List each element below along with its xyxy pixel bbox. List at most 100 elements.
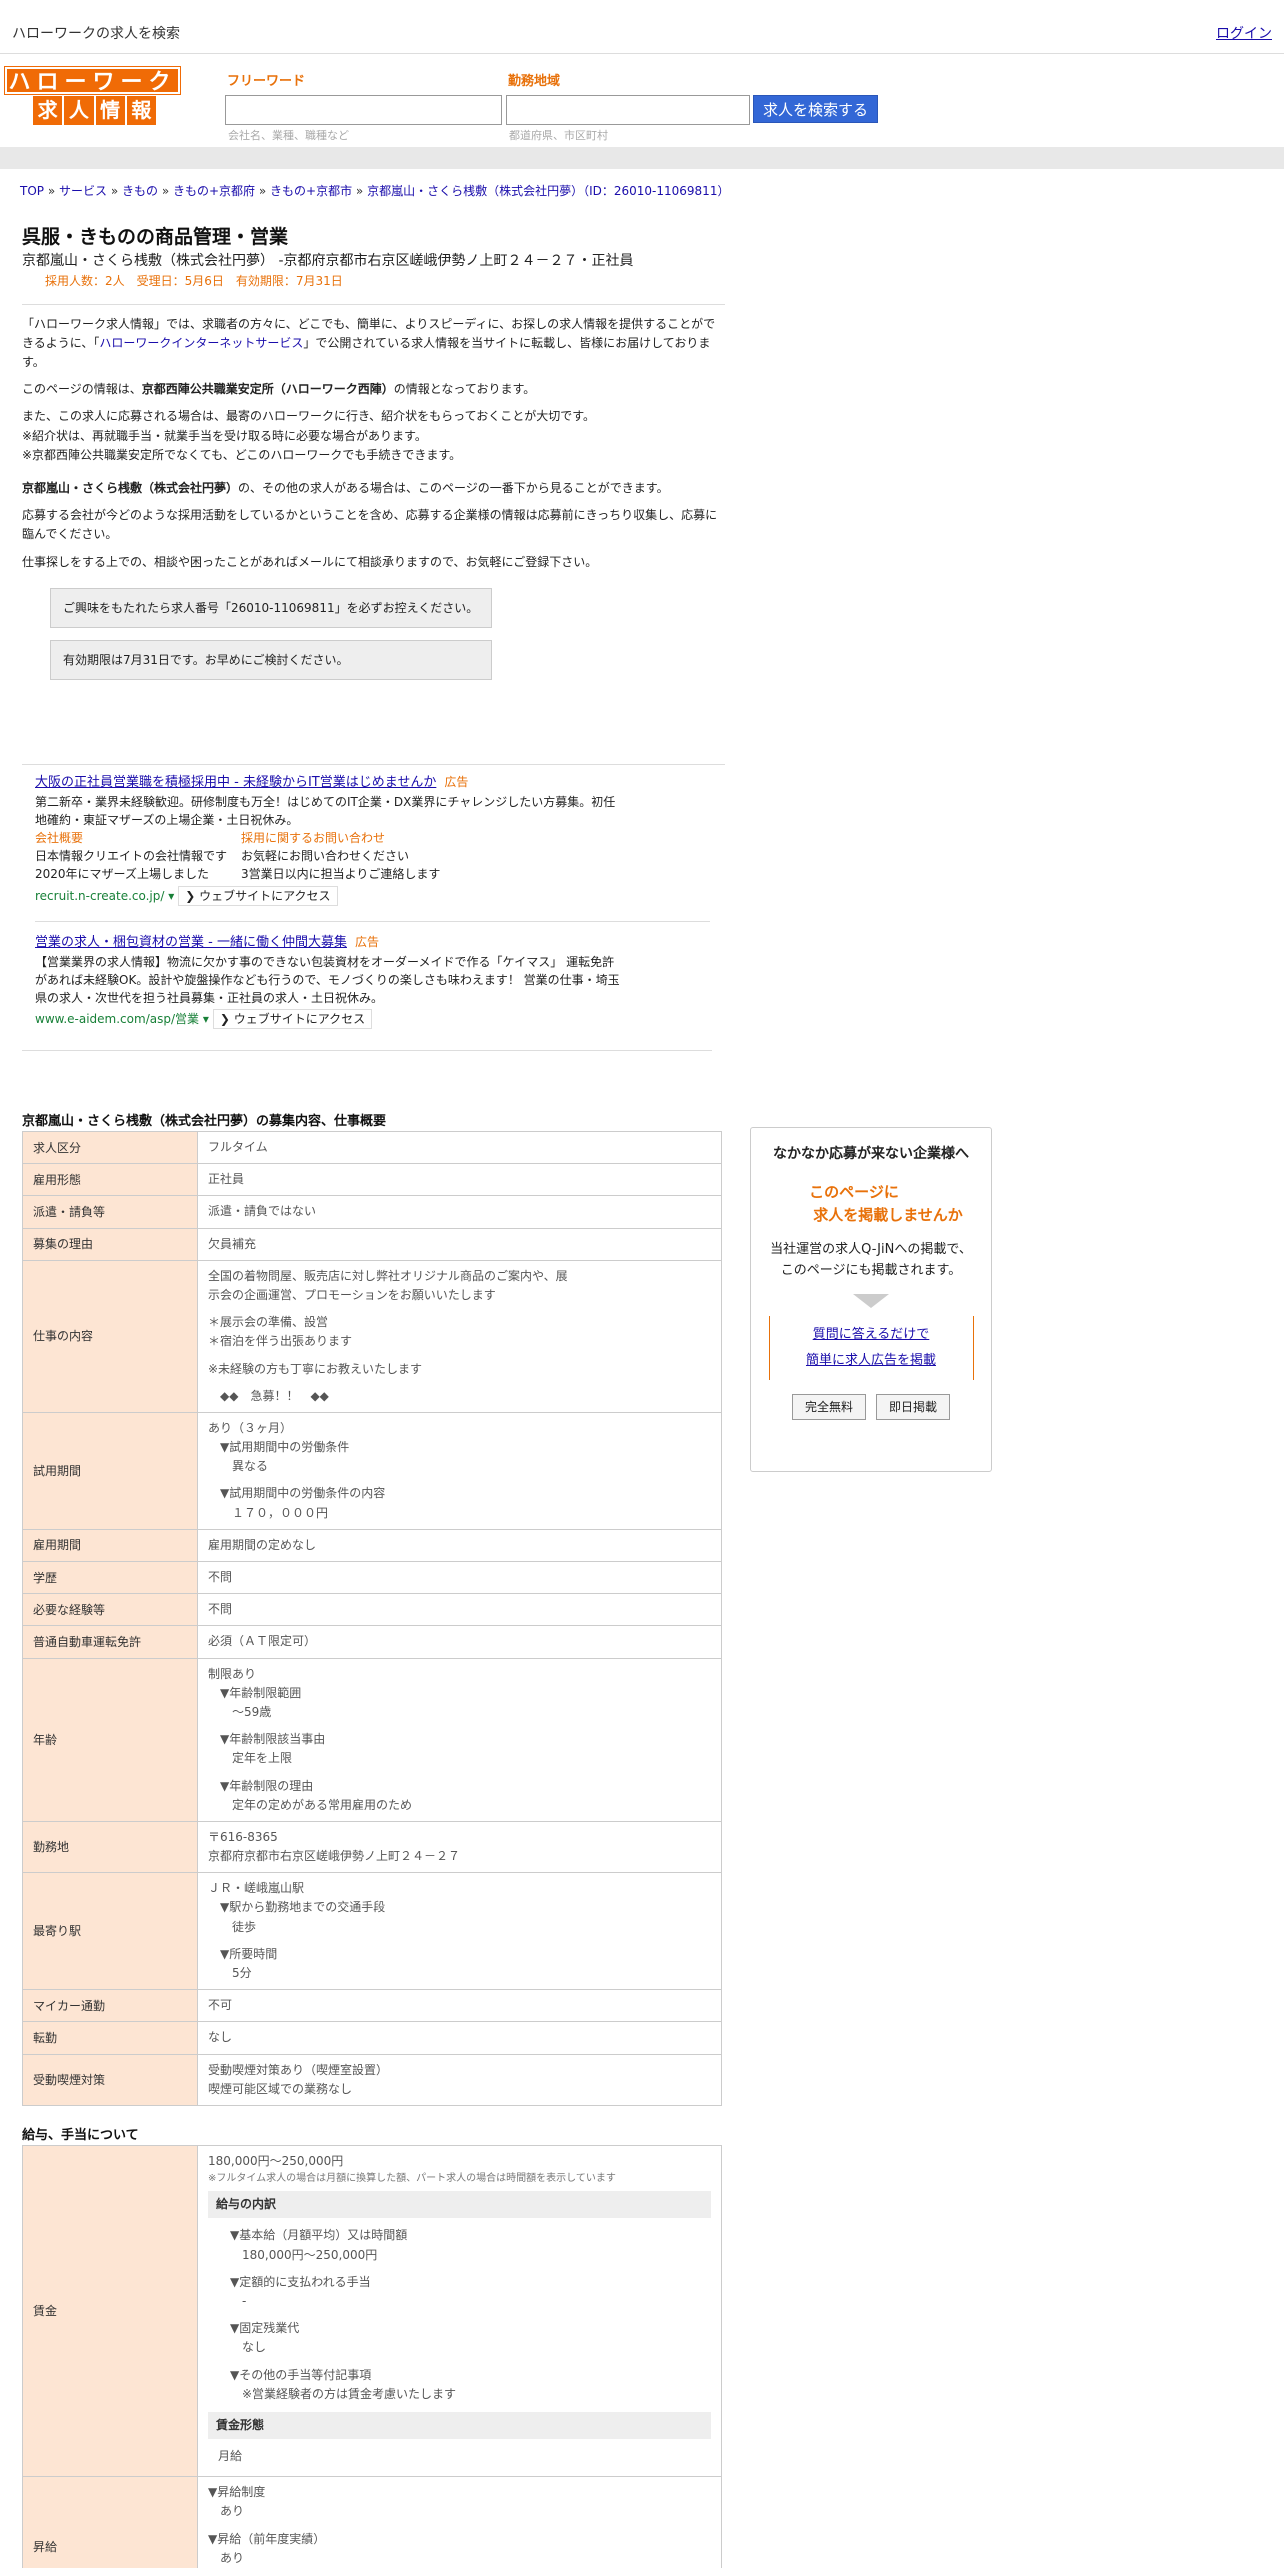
source-text: このページの情報は、 (22, 382, 142, 397)
row-header: 最寄り駅 (22, 1872, 198, 1991)
company-name: 京都嵐山・さくら桟敷（株式会社円夢） (22, 481, 239, 495)
value-line (208, 1769, 711, 1777)
free-button[interactable]: 完全無料 (791, 1393, 866, 1420)
ad-visit-button[interactable]: ❯ ウェブサイトにアクセス (178, 885, 338, 906)
value-line: 〜59歳 (208, 1704, 272, 1719)
table-row: 昇給 ▼昇給制度 あり ▼昇給（前年度実績） あり (22, 2476, 722, 2568)
ad-sitelink-contact[interactable]: 採用に関するお問い合わせ (241, 829, 440, 847)
value-line: ▼駅から勤務地までの交通手段 (208, 1900, 386, 1915)
ad-sitelink-text: 日本情報クリエイトの会社情報です (35, 848, 228, 863)
value-line: 雇用期間の定めなし (208, 1537, 317, 1552)
ad-url[interactable]: recruit.n-create.co.jp/ (35, 889, 164, 903)
sidebar-link-post[interactable]: 簡単に求人広告を掲載 (806, 1353, 936, 1368)
value-line (208, 1352, 711, 1360)
row-value: あり（３ヶ月） ▼試用期間中の労働条件 異なる ▼試用期間中の労働条件の内容 １… (197, 1411, 722, 1530)
row-value: 正社員 (197, 1163, 722, 1197)
value-line: 定年を上限 (208, 1751, 293, 1766)
value-line: なし (218, 2340, 267, 2355)
value-line: 必須（ＡＴ限定可） (208, 1634, 317, 1649)
breadcrumb-top[interactable]: TOP (20, 184, 44, 198)
search-button[interactable]: 求人を検索する (753, 95, 878, 123)
value-line (218, 2311, 701, 2319)
freeword-input[interactable] (225, 95, 502, 125)
sidebar-buttons: 完全無料 即日掲載 (751, 1393, 991, 1420)
breadcrumb-kimono[interactable]: きもの (122, 184, 158, 198)
value-line: 180,000円〜250,000円 (218, 2247, 378, 2262)
site-logo[interactable]: ハローワーク 求 人 情 報 (4, 66, 181, 125)
table-row: 年齢 制限あり ▼年齢制限範囲 〜59歳 ▼年齢制限該当事由 定年を上限 ▼年齢制… (22, 1657, 722, 1822)
row-value: フルタイム (197, 1130, 722, 1165)
value-line: 制限あり (208, 1666, 257, 1681)
ad-visit-button[interactable]: ❯ ウェブサイトにアクセス (212, 1008, 373, 1029)
ad-url[interactable]: www.e-aidem.com/asp/営業 (35, 1012, 199, 1026)
value-line: ▼定額的に支払われる手当 (218, 2274, 371, 2289)
ad-title-link[interactable]: 大阪の正社員営業職を積極採用中 - 未経験からIT営業はじめませんか (35, 775, 436, 790)
chevron-down-icon[interactable]: ▾ (164, 889, 174, 903)
same-day-button[interactable]: 即日掲載 (876, 1393, 951, 1420)
value-line: あり（３ヶ月） (208, 1420, 293, 1435)
source-paragraph: このページの情報は、京都西陣公共職業安定所（ハローワーク西陣）の情報となっており… (22, 380, 722, 399)
value-line: 喫煙可能区域での業務なし (208, 2081, 353, 2096)
ad-sitelink-text: 2020年にマザーズ上場しました (35, 866, 209, 881)
row-header: 普通自動車運転免許 (22, 1625, 198, 1659)
ad-sitelink-text: お気軽にお問い合わせください (241, 848, 410, 863)
value-line: あり (208, 2550, 245, 2565)
wage-breakdown: ▼基本給（月額平均）又は時間額 180,000円〜250,000円 ▼定額的に支… (208, 2222, 711, 2408)
value-line: ◆◆ 急募！！ ◆◆ (208, 1388, 329, 1403)
ads-divider (35, 921, 710, 922)
job-number-note: ご興味をもたれたら求人番号「26010-11069811」を必ずお控えください。 (50, 587, 492, 628)
value-line: ▼試用期間中の労働条件の内容 (208, 1486, 386, 1501)
ad-sitelinks: 会社概要 日本情報クリエイトの会社情報です 2020年にマザーズ上場しました 採… (35, 829, 620, 883)
breadcrumb-kimono-kyoto-city[interactable]: きもの+京都市 (270, 184, 352, 198)
table-row: 求人区分 フルタイム (22, 1130, 722, 1165)
sidebar-description: 当社運営の求人Q-JiNへの掲載で、 このページにも掲載されます。 (751, 1240, 991, 1282)
row-value: 不可 (197, 1989, 722, 2023)
breadcrumb-current[interactable]: 京都嵐山・さくら桟敷（株式会社円夢）（ID：26010-11069811） (367, 184, 729, 198)
ads-divider (22, 764, 725, 765)
logo-char: 求 (33, 96, 63, 125)
breadcrumb-service[interactable]: サービス (59, 184, 107, 198)
value-line: 不可 (208, 1998, 233, 2013)
chevron-down-icon[interactable]: ▾ (199, 1012, 209, 1026)
intro-paragraph: 「ハローワーク求人情報」では、求職者の方々に、どこでも、簡単に、よりスピーディに… (22, 315, 722, 373)
table-row: 募集の理由 欠員補充 (22, 1227, 722, 1261)
value-line: ▼基本給（月額平均）又は時間額 (218, 2228, 408, 2243)
ads-divider (22, 1050, 712, 1051)
consult-paragraph: 仕事探しをする上での、相談や困ったことがあればメールにて相談承りますので、お気軽… (22, 554, 598, 569)
sidebar-catchphrase: このページに 求人を掲載しませんか (751, 1181, 991, 1226)
login-link[interactable]: ログイン (1216, 24, 1272, 45)
value-line: ▼年齢制限範囲 (208, 1685, 302, 1700)
ad-block-1: 大阪の正社員営業職を積極採用中 - 未経験からIT営業はじめませんか 広告 第二新… (35, 773, 620, 906)
sidebar-links: 質問に答えるだけで 簡単に求人広告を掲載 (768, 1315, 974, 1380)
research-paragraph: 応募する会社が今どのような採用活動をしているかということを含め、応募する企業様の… (22, 508, 718, 542)
row-value: ＪＲ・嵯峨嵐山駅 ▼駅から勤務地までの交通手段 徒歩 ▼所要時間 5分 (197, 1872, 722, 1991)
ad-sitelink-company[interactable]: 会社概要 (35, 829, 227, 847)
logo-text-bottom: 求 人 情 報 (33, 96, 156, 125)
hellowork-internet-link[interactable]: ハローワークインターネットサービス (99, 336, 303, 350)
row-header: 試用期間 (22, 1411, 198, 1530)
row-header: 求人区分 (22, 1130, 198, 1165)
value-line: 不問 (208, 1570, 233, 1584)
value-line: あり (208, 2504, 245, 2519)
sidebar-catch-1: このページに (809, 1183, 899, 1201)
sidebar-link-answer[interactable]: 質問に答えるだけで (813, 1327, 930, 1342)
area-input[interactable] (506, 95, 750, 125)
table-row: 賃金 180,000円〜250,000円 ※フルタイム求人の場合は月額に換算した… (22, 2144, 722, 2478)
ad-title-link[interactable]: 営業の求人・梱包資材の営業 - 一緒に働く仲間大募集 (35, 935, 347, 950)
table-row: 必要な経験等 不問 (22, 1593, 722, 1627)
value-line (218, 2265, 701, 2273)
ad-sitelink-text: 3営業日以内に担当よりご連絡します (241, 866, 441, 881)
source-text: の情報となっております。 (393, 382, 536, 397)
value-line: １７０，０００円 (208, 1505, 329, 1520)
row-header: 転勤 (22, 2021, 198, 2055)
expiry-note: 有効期限は7月31日です。お早めにご検討ください。 (50, 639, 492, 680)
value-line: 徒歩 (208, 1919, 257, 1934)
value-line: ▼所要時間 (208, 1946, 278, 1961)
sidebar-catch-2: 求人を掲載しませんか (813, 1205, 963, 1224)
table-row: 試用期間 あり（３ヶ月） ▼試用期間中の労働条件 異なる ▼試用期間中の労働条件の… (22, 1411, 722, 1530)
breadcrumb-kimono-kyoto-pref[interactable]: きもの+京都府 (173, 184, 255, 198)
logo-char: 報 (126, 96, 156, 125)
row-value-wage: 180,000円〜250,000円 ※フルタイム求人の場合は月額に換算した額、パ… (197, 2144, 722, 2478)
table-row: 勤務地 〒616-8365 京都府京都市右京区嵯峨伊勢ノ上町２４－２７ (22, 1820, 722, 1874)
value-line: ▼試用期間中の労働条件 (208, 1440, 350, 1455)
